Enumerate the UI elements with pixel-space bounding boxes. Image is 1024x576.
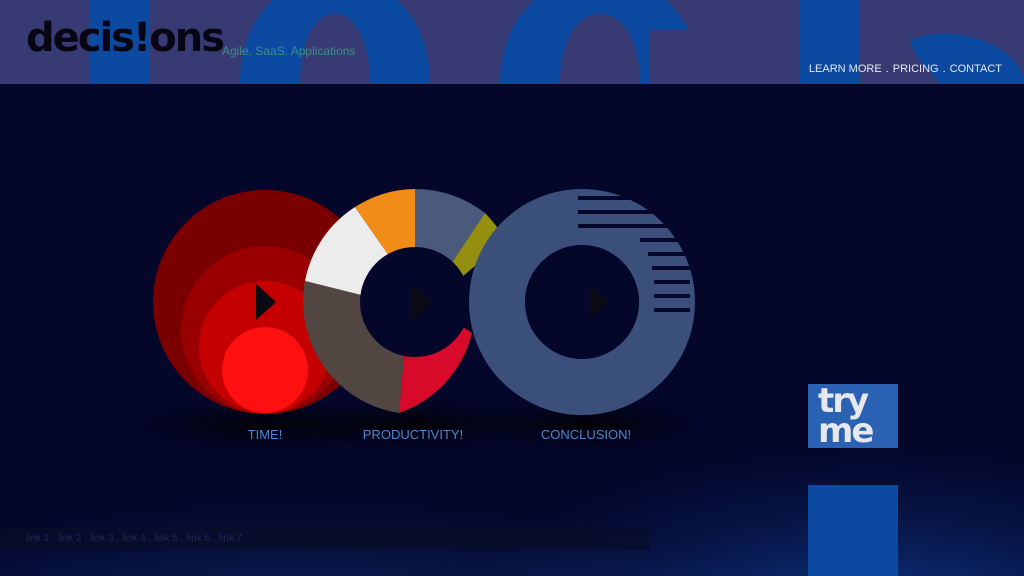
conclusion-label[interactable]: CONCLUSION! — [541, 427, 631, 442]
try-me-line2: me — [818, 411, 874, 451]
time-label[interactable]: TIME! — [248, 427, 283, 442]
conclusion-circle[interactable] — [469, 189, 695, 415]
footer-link-4[interactable]: link 4 — [122, 533, 145, 544]
footer-links: link 1. link 2. link 3. link 4. link 5. … — [26, 533, 243, 544]
try-me-button[interactable]: try me — [808, 384, 898, 448]
decorative-blue-bar — [808, 485, 898, 576]
footer-link-2[interactable]: link 2 — [58, 533, 81, 544]
footer-link-7[interactable]: link 7 — [219, 533, 242, 544]
footer-link-6[interactable]: link 6 — [187, 533, 210, 544]
footer-link-1[interactable]: link 1 — [26, 533, 49, 544]
productivity-label[interactable]: PRODUCTIVITY! — [363, 427, 463, 442]
footer-link-5[interactable]: link 5 — [155, 533, 178, 544]
footer-link-3[interactable]: link 3 — [90, 533, 113, 544]
